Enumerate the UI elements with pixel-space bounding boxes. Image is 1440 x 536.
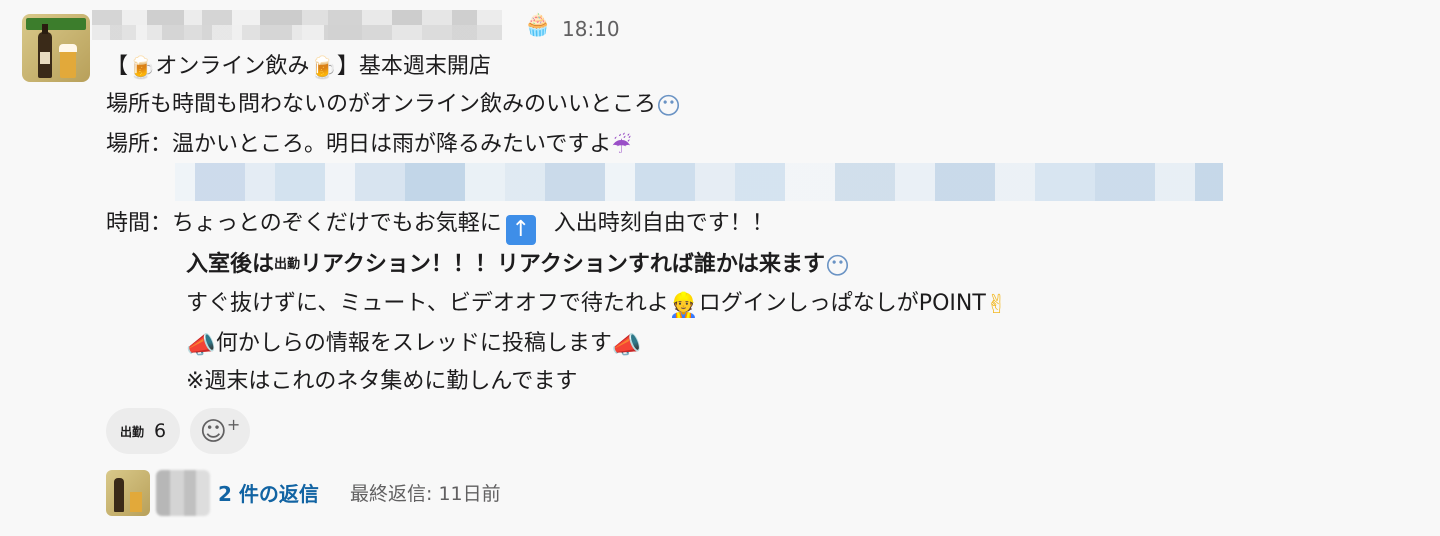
shukkin-emoji: 出勤: [274, 257, 301, 272]
message-title-line: 【🍺オンライン飲み🍺】基本週末開店: [106, 54, 491, 81]
megaphone-icon: 📣: [186, 331, 216, 359]
cupcake-icon[interactable]: 🧁: [524, 15, 551, 37]
message-line: 入室後は出勤リアクション！！！リアクションすれば誰かは来ます😶: [186, 252, 850, 280]
last-reply-text: 最終返信: 11日前: [350, 483, 501, 505]
message-line: 時間：ちょっとのぞくだけでもお気軽に ↑ 入出時刻自由です！！: [106, 207, 774, 245]
thread-summary[interactable]: 2 件の返信 最終返信: 11日前: [106, 470, 706, 518]
beer-mug-icon: 🍺: [309, 56, 337, 81]
construction-worker-icon: 👷: [668, 291, 699, 319]
reply-avatar: [106, 470, 150, 516]
message-line: 場所：温かいところ。明日は雨が降るみたいですよ☔: [106, 132, 632, 159]
reply-avatar-redacted: [156, 470, 210, 516]
up-arrow-icon: ↑: [505, 215, 536, 245]
add-reaction-icon: ☺+: [199, 415, 241, 447]
add-reaction-button[interactable]: ☺+: [190, 408, 250, 454]
megaphone-icon: 📣: [611, 331, 642, 359]
redacted-line: [175, 163, 1223, 201]
reaction-count: 6: [153, 420, 167, 442]
beer-mug-icon: 🍺: [128, 56, 156, 81]
message-item[interactable]: 🧁 18:10 【🍺オンライン飲み🍺】基本週末開店 場所も時間も問わないのがオン…: [0, 0, 1440, 536]
message-line: ※週末はこれのネタ集めに勤しんでます: [186, 369, 578, 394]
sender-avatar[interactable]: [22, 14, 90, 82]
reply-count-link[interactable]: 2 件の返信: [218, 480, 319, 508]
reaction-pill[interactable]: 出勤 6: [106, 408, 180, 454]
message-line: 場所も時間も問わないのがオンライン飲みのいいところ😶: [106, 92, 682, 120]
shukkin-emoji: 出勤: [119, 424, 144, 439]
sender-name-redacted[interactable]: [92, 10, 502, 40]
umbrella-icon: ☔: [611, 134, 632, 159]
message-line: すぐ抜けずに、ミュート、ビデオオフで待たれよ👷ログインしっぱなしがPOINT✌: [186, 290, 1008, 320]
face-icon: 😶: [824, 252, 850, 280]
message-line: 📣何かしらの情報をスレッドに投稿します📣: [186, 331, 642, 359]
message-header: 🧁 18:10: [92, 10, 792, 42]
message-timestamp[interactable]: 18:10: [562, 16, 620, 42]
face-icon: 😶: [656, 92, 682, 120]
victory-hand-icon: ✌: [985, 290, 1008, 320]
